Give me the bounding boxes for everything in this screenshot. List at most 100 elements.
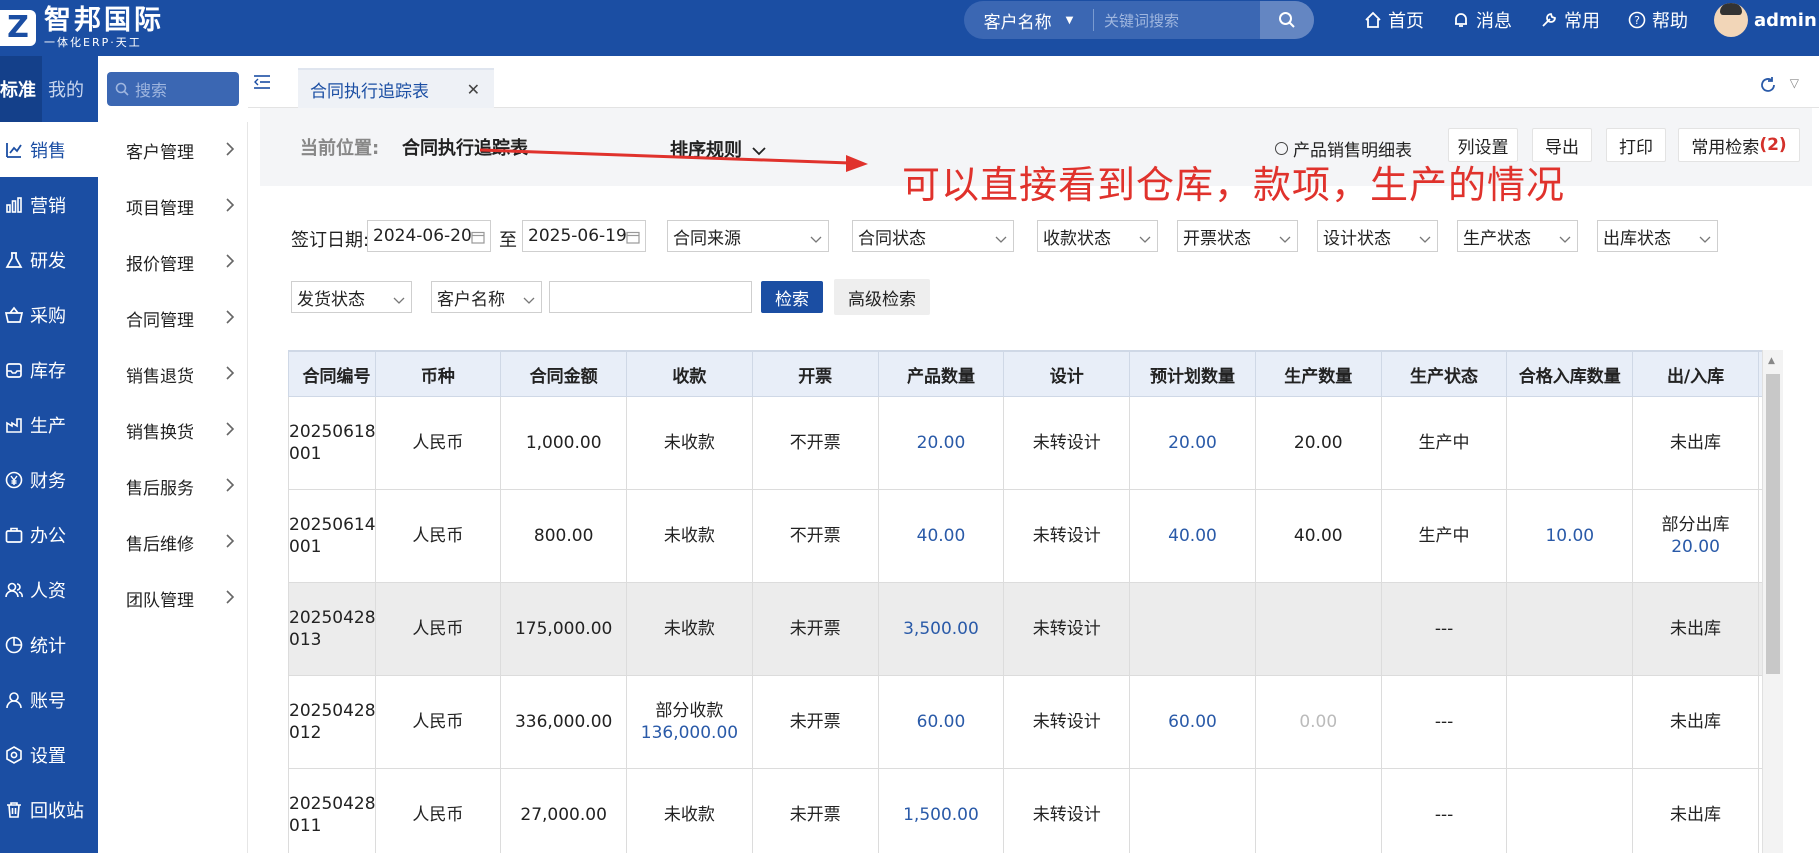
column-header[interactable]: 产品数量 <box>877 351 1005 397</box>
refresh-icon[interactable] <box>1759 76 1777 98</box>
sidebar-search-input[interactable]: 搜索 <box>107 72 239 106</box>
design-cell: 未转设计 <box>1003 675 1131 769</box>
sidebar-item-4[interactable]: 库存 <box>0 342 98 397</box>
column-header[interactable]: 收款 <box>626 351 753 397</box>
caret-down-icon: ▼ <box>1065 14 1074 26</box>
sidebar-item-3[interactable]: 采购 <box>0 287 98 342</box>
contract-code-cell: 20250614 001 <box>288 489 376 583</box>
table-header-row: 合同编号 币种 合同金额 收款 开票 产品数量 设计 预计划数量 生产数量 生产状态 合格入库数量出… <box>288 351 1764 397</box>
sidebar-item-12[interactable]: 回收站 <box>0 782 98 837</box>
search-button[interactable] <box>1260 1 1314 39</box>
nav-messages[interactable]: 消息 <box>1452 0 1512 40</box>
invoice-cell: 未开票 <box>751 768 879 853</box>
customer-field-select[interactable]: 客户名称 <box>431 281 542 313</box>
inout-cell: 未出库 <box>1632 675 1759 769</box>
factory-icon <box>2 416 26 434</box>
chevron-right-icon <box>225 362 235 386</box>
inout-cell: 部分出库 20.00 <box>1632 489 1759 583</box>
table-row[interactable]: 20250428 011 人民币 27,000.00 未收款 未开票 1,500.00 未转设… <box>288 768 1764 853</box>
sidebar-item-7[interactable]: 办公 <box>0 507 98 562</box>
sidebar-item-1[interactable]: 营销 <box>0 177 98 232</box>
product-qty-cell: 1,500.00 <box>877 768 1005 853</box>
chevron-down-icon <box>1419 229 1431 249</box>
contract-source-select[interactable]: 合同来源 <box>667 220 829 252</box>
search-type-select[interactable]: 客户名称 ▼ <box>964 9 1094 33</box>
sidebar-item-9[interactable]: 统计 <box>0 617 98 672</box>
sidebar-item-2[interactable]: 研发 <box>0 232 98 287</box>
production-status-select[interactable]: 生产状态 <box>1457 220 1578 252</box>
column-header[interactable]: 出/入库 <box>1632 351 1759 397</box>
scroll-up-icon[interactable]: ▲ <box>1768 356 1775 366</box>
sidebar-tab-standard[interactable]: 标准 <box>0 56 42 122</box>
design-status-select[interactable]: 设计状态 <box>1317 220 1438 252</box>
submenu-item-5[interactable]: 销售换货 <box>98 402 247 458</box>
customer-keyword-input[interactable] <box>549 281 752 313</box>
product-qty-cell: 20.00 <box>877 396 1005 490</box>
column-header[interactable]: 生产状态 <box>1380 351 1508 397</box>
contract-status-select[interactable]: 合同状态 <box>852 220 1014 252</box>
user-menu[interactable]: admin <box>1714 0 1817 40</box>
date-from-field[interactable]: 2024-06-20 <box>367 220 491 252</box>
top-bar: Z 智邦国际 一体化ERP·天工 客户名称 ▼ 关键词搜索 首页 消息 常用 ?… <box>0 0 1819 56</box>
tab-contract-tracking[interactable]: 合同执行追踪表 ✕ <box>298 68 494 108</box>
instock-qty-cell <box>1506 768 1634 853</box>
logo[interactable]: Z 智邦国际 一体化ERP·天工 <box>0 0 164 56</box>
collapse-menu-icon[interactable] <box>254 74 270 93</box>
sidebar-tab-mine[interactable]: 我的 <box>42 56 90 122</box>
outbound-status-select[interactable]: 出库状态 <box>1597 220 1718 252</box>
advanced-search-button[interactable]: 高级检索 <box>834 279 930 315</box>
column-header[interactable]: 开票 <box>751 351 879 397</box>
receipt-status-select[interactable]: 收款状态 <box>1037 220 1158 252</box>
sidebar-item-11[interactable]: 设置 <box>0 727 98 782</box>
column-header[interactable]: 合同金额 <box>500 351 628 397</box>
column-header[interactable]: 设计 <box>1003 351 1131 397</box>
submenu-item-2[interactable]: 报价管理 <box>98 234 247 290</box>
contract-code-cell: 20250428 012 <box>288 675 376 769</box>
chevron-right-icon <box>225 250 235 274</box>
sidebar-item-10[interactable]: 账号 <box>0 672 98 727</box>
column-header[interactable]: 合格入库数量 <box>1506 351 1634 397</box>
close-icon[interactable]: ✕ <box>467 80 480 99</box>
table-row[interactable]: 20250614 001 人民币 800.00 未收款 不开票 40.00 未转设计 40.00… <box>288 489 1764 583</box>
chevron-down-icon <box>1699 229 1711 249</box>
invoice-status-select[interactable]: 开票状态 <box>1177 220 1298 252</box>
user-icon <box>2 691 26 709</box>
submenu-item-0[interactable]: 客户管理 <box>98 122 247 178</box>
saved-search-button[interactable]: 常用检索 (2) <box>1678 128 1800 162</box>
production-status-cell: 生产中 <box>1380 489 1508 583</box>
sidebar-item-5[interactable]: 生产 <box>0 397 98 452</box>
nav-help[interactable]: ? 帮助 <box>1628 0 1688 40</box>
scrollbar-thumb[interactable] <box>1766 374 1780 674</box>
date-to-field[interactable]: 2025-06-19 <box>522 220 646 252</box>
sidebar-item-6[interactable]: 财务 <box>0 452 98 507</box>
nav-home[interactable]: 首页 <box>1364 0 1424 40</box>
main-sidebar: 标准 我的 销售 营销 研发 采购 库存 生产 财务 办公 人资 统计 账号 设置 回收站 <box>0 56 98 853</box>
sidebar-item-8[interactable]: 人资 <box>0 562 98 617</box>
search-input[interactable]: 关键词搜索 <box>1094 10 1260 31</box>
product-qty-cell: 60.00 <box>877 675 1005 769</box>
table-row[interactable]: 20250618 001 人民币 1,000.00 未收款 不开票 20.00 未转设计 20.… <box>288 396 1764 490</box>
submenu-item-8[interactable]: 团队管理 <box>98 570 247 626</box>
submenu-item-7[interactable]: 售后维修 <box>98 514 247 570</box>
shipping-status-select[interactable]: 发货状态 <box>291 281 412 313</box>
chevron-down-icon[interactable]: ▽ <box>1790 76 1799 90</box>
nav-favorites[interactable]: 常用 <box>1540 0 1600 40</box>
vertical-scrollbar[interactable]: ▲ <box>1762 350 1783 853</box>
chevron-right-icon <box>225 138 235 162</box>
submenu-item-6[interactable]: 售后服务 <box>98 458 247 514</box>
column-header[interactable]: 合同编号 <box>288 351 376 397</box>
contract-code-cell: 20250618 001 <box>288 396 376 490</box>
print-button[interactable]: 打印 <box>1606 128 1666 162</box>
column-header[interactable]: 币种 <box>374 351 502 397</box>
sidebar-item-0[interactable]: 销售 <box>0 122 98 177</box>
receipt-cell: 未收款 <box>626 768 753 853</box>
column-header[interactable]: 生产数量 <box>1254 351 1382 397</box>
column-header[interactable]: 预计划数量 <box>1129 351 1256 397</box>
search-submit-button[interactable]: 检索 <box>761 281 823 313</box>
table-row[interactable]: 20250428 012 人民币 336,000.00 部分收款 136,000.00 未开… <box>288 675 1764 769</box>
help-icon: ? <box>1628 11 1646 29</box>
submenu-item-3[interactable]: 合同管理 <box>98 290 247 346</box>
submenu-item-4[interactable]: 销售退货 <box>98 346 247 402</box>
table-row[interactable]: 20250428 013 人民币 175,000.00 未收款 未开票 3,500.00 未转… <box>288 582 1764 676</box>
submenu-item-1[interactable]: 项目管理 <box>98 178 247 234</box>
